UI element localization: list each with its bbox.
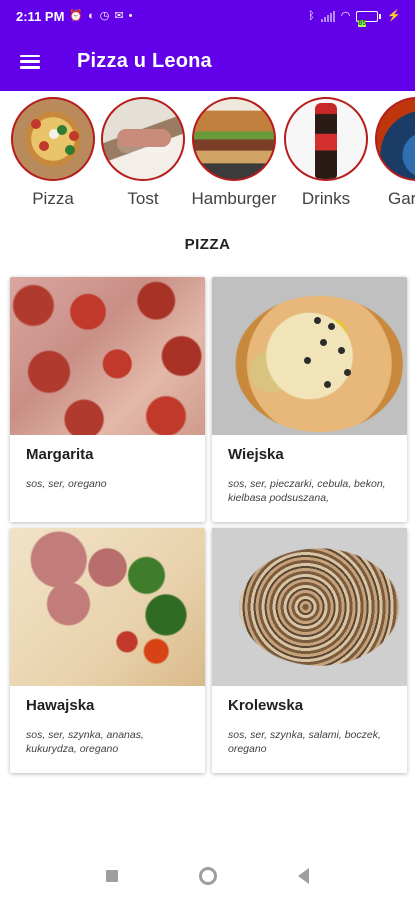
product-name: Wiejska xyxy=(228,446,284,463)
product-description: sos, ser, pieczarki, cebula, bekon, kiel… xyxy=(228,478,386,504)
wifi-icon: ◠ xyxy=(340,9,351,22)
app-bar: Pizza u Leona xyxy=(0,32,415,91)
category-tost[interactable]: Tost xyxy=(98,97,188,209)
category-image-hamburger xyxy=(192,97,276,181)
back-button[interactable] xyxy=(256,851,352,900)
alarm-icon: ⏰ xyxy=(69,9,84,22)
system-nav-bar xyxy=(0,851,415,900)
category-drinks[interactable]: Drinks xyxy=(281,97,371,209)
charging-icon: ⚡ xyxy=(387,9,401,22)
product-name: Krolewska xyxy=(228,697,304,714)
app-title: Pizza u Leona xyxy=(77,50,212,72)
battery-level: 85 xyxy=(358,19,367,27)
product-description: sos, ser, szynka, ananas, kukurydza, ore… xyxy=(26,729,144,755)
product-card-hawajska[interactable]: Hawajska sos, ser, szynka, ananas, kukur… xyxy=(10,528,205,773)
status-time: 2:11 PM xyxy=(16,8,65,24)
back-icon xyxy=(298,867,309,884)
category-image-pizza xyxy=(11,97,95,181)
mail-icon: ✉ xyxy=(114,9,124,22)
data-saver-icon: ◐ xyxy=(88,9,95,22)
product-card-margarita[interactable]: Margarita sos, ser, oregano xyxy=(10,277,205,522)
category-strip[interactable]: Pizza Tost Hamburger Drinks Gar xyxy=(0,93,415,213)
product-name: Hawajska xyxy=(26,697,95,714)
product-card-wiejska[interactable]: Wiejska sos, ser, pieczarki, cebula, bek… xyxy=(212,277,407,522)
category-label: Drinks xyxy=(301,189,351,208)
hamburger-menu-icon xyxy=(20,54,40,69)
menu-button[interactable] xyxy=(0,32,60,91)
product-name: Margarita xyxy=(26,446,94,463)
product-description: sos, ser, szynka, salami, boczek, oregan… xyxy=(228,729,381,755)
category-image-tost xyxy=(101,97,185,181)
signal-icon xyxy=(320,10,335,22)
home-button[interactable] xyxy=(160,851,256,900)
home-icon xyxy=(198,866,217,885)
product-image xyxy=(10,277,205,435)
product-image xyxy=(10,528,205,686)
category-label: Tost xyxy=(127,189,159,208)
battery-icon: 85 xyxy=(356,10,382,27)
bluetooth-icon: ᛒ xyxy=(308,9,315,22)
more-dot-icon: • xyxy=(128,9,133,22)
product-card-krolewska[interactable]: Krolewska sos, ser, szynka, salami, bocz… xyxy=(212,528,407,773)
status-bar: 2:11 PM ⏰ ◐ ◷ ✉ • ᛒ ◠ 85 ⚡ xyxy=(0,0,415,32)
recents-icon xyxy=(105,869,118,882)
category-pizza[interactable]: Pizza xyxy=(8,97,98,209)
product-image xyxy=(212,528,407,686)
section-title: PIZZA xyxy=(184,236,231,253)
product-description: sos, ser, oregano xyxy=(26,478,107,490)
category-hamburger[interactable]: Hamburger xyxy=(189,97,279,209)
recents-button[interactable] xyxy=(64,851,160,900)
category-image-garnish xyxy=(375,97,415,181)
category-label: Gar xyxy=(388,189,415,208)
category-label: Hamburger xyxy=(191,189,277,208)
product-image xyxy=(212,277,407,435)
category-image-drinks xyxy=(284,97,368,181)
category-garnish[interactable]: Gar xyxy=(372,97,415,209)
clock-icon: ◷ xyxy=(99,9,110,22)
category-label: Pizza xyxy=(32,189,74,208)
